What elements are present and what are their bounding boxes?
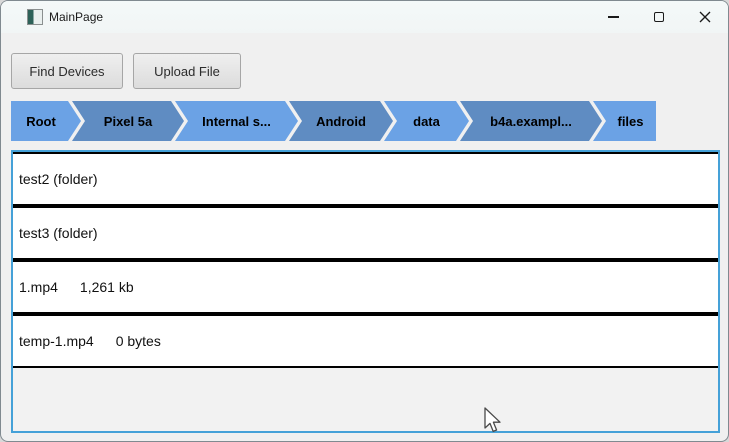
list-item[interactable]: 1.mp4 1,261 kb [13, 260, 718, 314]
list-item[interactable]: test2 (folder) [13, 152, 718, 206]
upload-file-button[interactable]: Upload File [133, 53, 241, 89]
breadcrumb-item-files[interactable]: files [593, 101, 656, 141]
breadcrumb-item-label: data [413, 113, 440, 129]
list-item[interactable]: test3 (folder) [13, 206, 718, 260]
close-button[interactable] [682, 1, 728, 33]
title-bar[interactable]: MainPage [1, 1, 728, 33]
file-list[interactable]: test2 (folder) test3 (folder) 1.mp4 1,261 k… [11, 150, 720, 433]
file-name: temp-1.mp4 [19, 333, 94, 349]
close-icon [699, 11, 711, 23]
breadcrumb-item-root[interactable]: Root [11, 101, 81, 141]
window-title: MainPage [49, 10, 104, 24]
breadcrumb-item-pixel-5a[interactable]: Pixel 5a [72, 101, 184, 141]
breadcrumb-item-label: Root [26, 113, 56, 129]
breadcrumb-item-android[interactable]: Android [289, 101, 393, 141]
breadcrumb-item-label: Android [316, 113, 366, 129]
file-name: test3 (folder) [19, 225, 98, 241]
maximize-icon [654, 12, 664, 22]
minimize-button[interactable] [590, 1, 636, 33]
breadcrumb-item-label: Pixel 5a [103, 113, 153, 129]
app-icon [27, 9, 43, 25]
breadcrumb-item-label: files [617, 113, 644, 129]
list-item[interactable]: temp-1.mp4 0 bytes [13, 314, 718, 368]
breadcrumb-item-label: b4a.exampl... [490, 113, 572, 129]
maximize-button[interactable] [636, 1, 682, 33]
file-name: 1.mp4 [19, 279, 58, 295]
breadcrumb-item-internal-s[interactable]: Internal s... [175, 101, 298, 141]
file-name: test2 (folder) [19, 171, 98, 187]
find-devices-button[interactable]: Find Devices [11, 53, 123, 89]
breadcrumb: Root Pixel 5a Internal s... Android data b4a.… [11, 101, 656, 141]
breadcrumb-item-label: Internal s... [202, 113, 271, 129]
app-window: MainPage Find Devices Upload File Root Pi… [0, 0, 729, 442]
breadcrumb-item-b4a-exampl[interactable]: b4a.exampl... [460, 101, 602, 141]
file-size: 1,261 kb [79, 279, 134, 295]
breadcrumb-item-data[interactable]: data [384, 101, 469, 141]
file-size: 0 bytes [115, 333, 161, 349]
minimize-icon [607, 16, 619, 18]
window-controls [590, 1, 728, 33]
